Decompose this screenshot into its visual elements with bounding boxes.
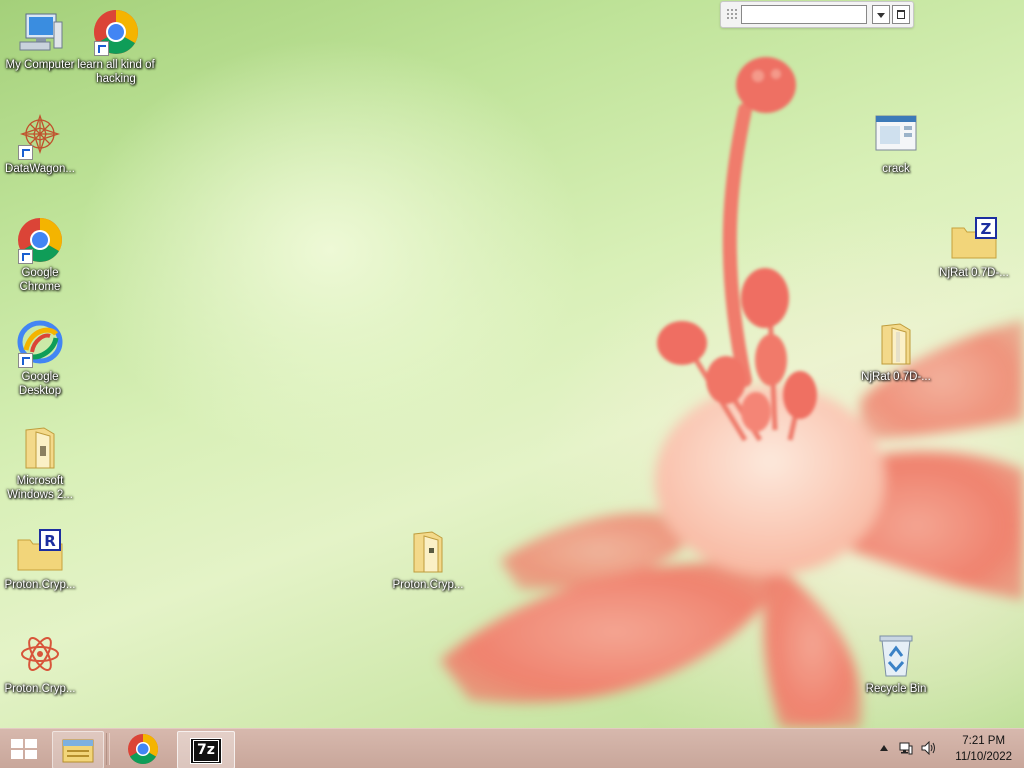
zip-archive-icon: Z — [950, 216, 998, 264]
folder-icon — [16, 424, 64, 472]
desktop-icon-my-computer[interactable]: My Computer — [0, 8, 80, 72]
desktop-icon-google-desktop[interactable]: Google Desktop — [0, 320, 80, 398]
svg-text:Z: Z — [981, 220, 992, 238]
taskbar-separator — [106, 733, 110, 765]
desktop-icon-ms-windows[interactable]: Microsoft Windows 2... — [0, 424, 80, 502]
desktop-icon-proton-atom[interactable]: Proton.Cryp... — [0, 632, 80, 696]
address-input[interactable] — [741, 5, 867, 24]
recycle-bin-icon — [872, 632, 920, 680]
folder-icon — [872, 320, 920, 368]
desktop-icon-label: NjRat 0.7D-... — [861, 371, 931, 383]
taskbar-7zip[interactable]: 7z — [177, 731, 235, 768]
shortcut-arrow-icon — [18, 145, 33, 160]
address-toolbar — [720, 1, 914, 28]
taskbar-chrome[interactable] — [118, 731, 168, 767]
clock-date: 11/10/2022 — [955, 751, 1012, 763]
computer-icon — [16, 8, 64, 56]
desktop-icon-label: learn all kind of hacking — [77, 59, 155, 85]
system-clock[interactable]: 7:21 PM 11/10/2022 — [955, 733, 1012, 765]
file-explorer-icon — [62, 739, 94, 763]
desktop-icon-datawagon[interactable]: DataWagon... — [0, 112, 80, 176]
7zip-icon: 7z — [190, 738, 222, 764]
desktop-icon-chrome-hacking[interactable]: learn all kind of hacking — [76, 8, 156, 86]
desktop-icon-google-chrome[interactable]: Google Chrome — [0, 216, 80, 294]
windows-logo-icon — [11, 739, 37, 759]
desktop-icon-label: Proton.Cryp... — [4, 579, 76, 591]
svg-text:R: R — [44, 532, 56, 550]
datawagon-logo-icon — [16, 112, 64, 160]
desktop-icon-label: My Computer — [5, 59, 75, 71]
7zip-icon-label: 7z — [193, 740, 219, 762]
desktop-icon-label: DataWagon... — [5, 163, 75, 175]
system-tray: 7:21 PM 11/10/2022 — [864, 729, 1024, 768]
desktop-icon-njrat-zip[interactable]: Z NjRat 0.7D-... — [934, 216, 1014, 280]
restore-window-icon[interactable] — [892, 5, 910, 24]
desktop-icon-proton-rar[interactable]: R Proton.Cryp... — [0, 528, 80, 592]
toolbar-grip-handle[interactable] — [726, 8, 737, 20]
application-window-icon — [872, 112, 920, 160]
desktop-icon-label: NjRat 0.7D-... — [939, 267, 1009, 279]
show-hidden-icons-button[interactable] — [880, 745, 888, 751]
desktop-icon-label: Google Chrome — [19, 267, 61, 293]
desktop-icon-proton-folder[interactable]: Proton.Cryp... — [388, 528, 468, 592]
desktop-icon-recycle-bin[interactable]: Recycle Bin — [856, 632, 936, 696]
desktop-icon-label: Microsoft Windows 2... — [7, 475, 73, 501]
network-icon[interactable] — [899, 741, 913, 755]
desktop-icon-njrat-folder[interactable]: NjRat 0.7D-... — [856, 320, 936, 384]
chrome-icon — [16, 216, 64, 264]
shortcut-arrow-icon — [94, 41, 109, 56]
taskbar-file-explorer[interactable] — [52, 731, 104, 768]
start-button[interactable] — [0, 731, 48, 767]
desktop-icon-label: crack — [882, 163, 910, 175]
desktop-icon-label: Google Desktop — [18, 371, 62, 397]
desktop-icon-label: Proton.Cryp... — [4, 683, 76, 695]
taskbar: 7z 7:21 PM 11/10/2022 — [0, 728, 1024, 768]
atom-icon — [16, 632, 64, 680]
chrome-icon — [128, 734, 159, 765]
clock-time: 7:21 PM — [962, 735, 1006, 747]
volume-icon[interactable] — [921, 741, 937, 755]
desktop-icon-crack[interactable]: crack — [856, 112, 936, 176]
desktop-icon-label: Proton.Cryp... — [392, 579, 464, 591]
shortcut-arrow-icon — [18, 249, 33, 264]
google-desktop-icon — [16, 320, 64, 368]
shortcut-arrow-icon — [18, 353, 33, 368]
chrome-icon — [92, 8, 140, 56]
folder-icon — [404, 528, 452, 576]
chevron-down-icon[interactable] — [872, 5, 890, 24]
rar-archive-icon: R — [16, 528, 64, 576]
desktop-icon-label: Recycle Bin — [865, 683, 927, 695]
